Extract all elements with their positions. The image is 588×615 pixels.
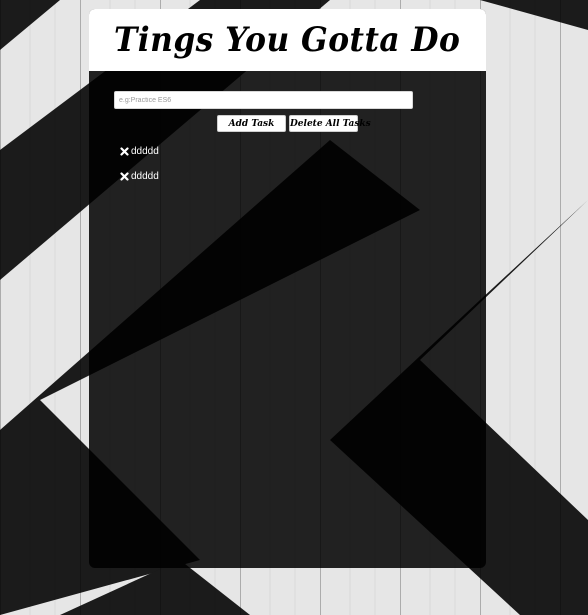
task-label: ddddd — [131, 146, 159, 157]
close-icon[interactable] — [120, 147, 129, 156]
add-task-button[interactable]: Add Task — [217, 115, 286, 132]
task-input[interactable] — [114, 91, 413, 109]
header: Tings You Gotta Do — [89, 9, 486, 71]
delete-all-tasks-button[interactable]: Delete All Tasks — [289, 115, 371, 132]
task-item: ddddd — [120, 139, 159, 164]
task-list: ddddd ddddd — [120, 139, 159, 189]
task-label: ddddd — [131, 171, 159, 182]
todo-card: Tings You Gotta Do Add Task Delete All T… — [89, 9, 486, 568]
close-icon[interactable] — [120, 172, 129, 181]
app-title: Tings You Gotta Do — [114, 20, 461, 60]
task-item: ddddd — [120, 164, 159, 189]
